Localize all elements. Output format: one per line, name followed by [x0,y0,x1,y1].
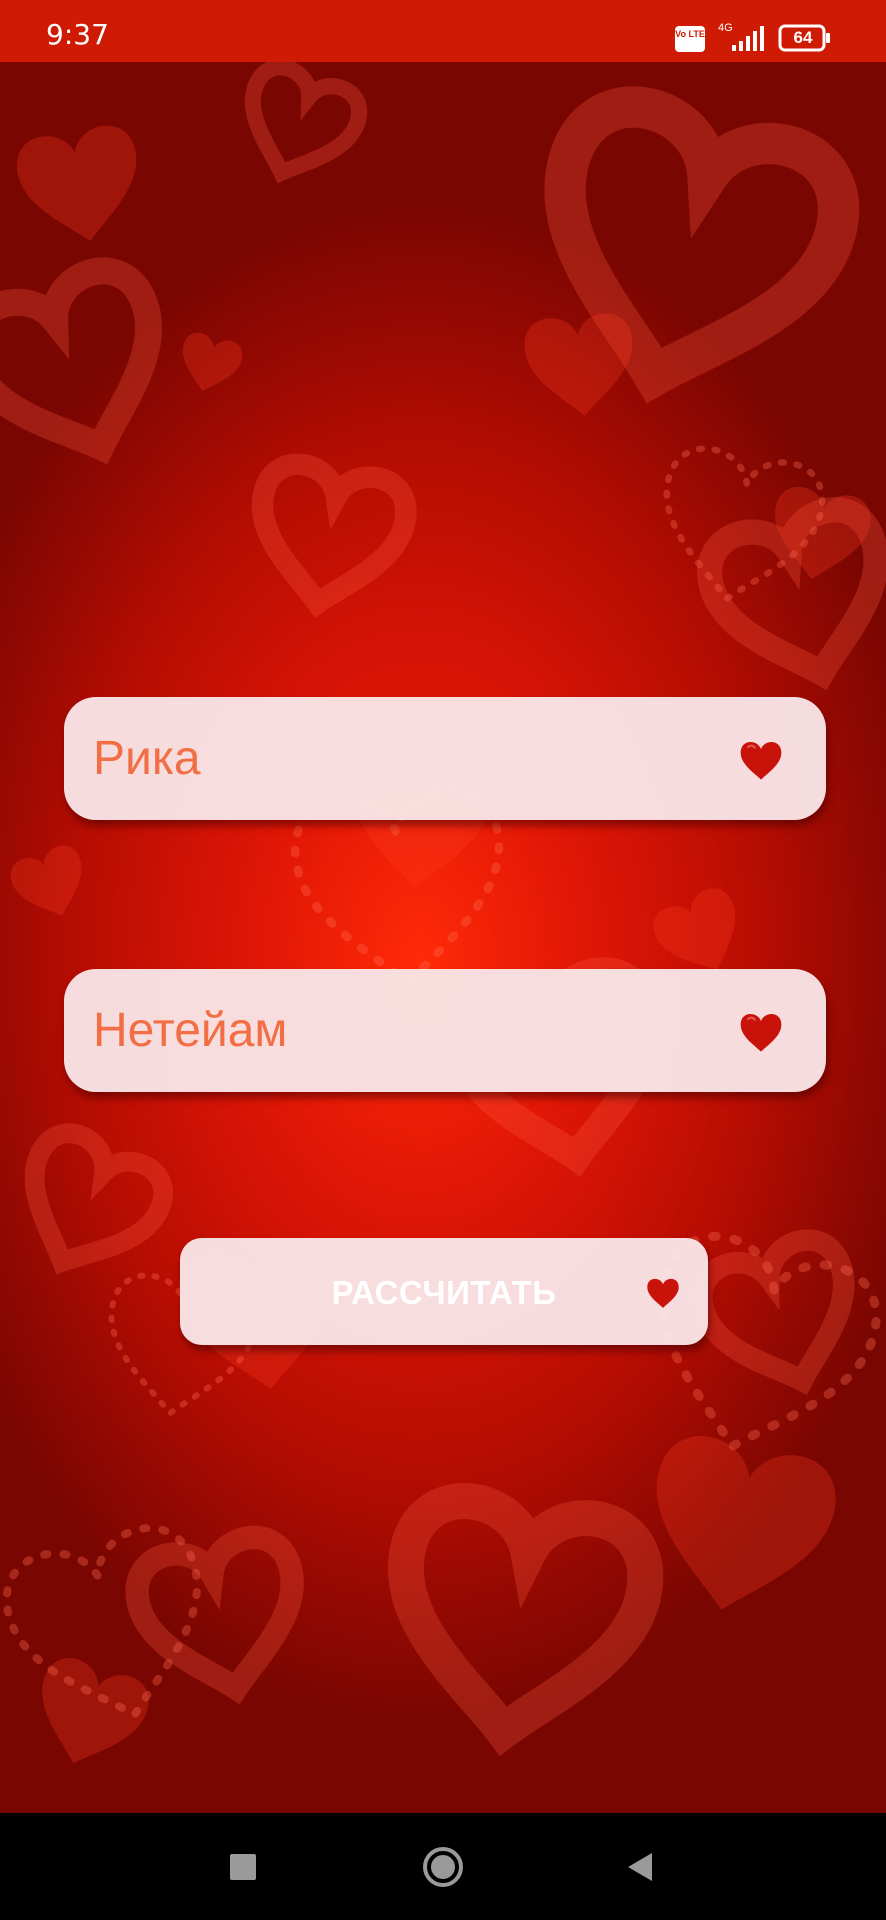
calculate-button-label: РАССЧИТАТЬ [331,1274,557,1311]
first-name-value[interactable]: Рика [93,731,201,787]
network-type-label: 4G [718,22,733,34]
first-name-field[interactable]: Рика [64,697,826,820]
app-screen: 9:37 Vo LTE 4G 64 Рика Нетейам РАССЧИТАТ… [0,0,886,1920]
heart-icon [647,1278,679,1308]
circle-icon[interactable] [419,1843,467,1891]
heart-icon [740,741,782,780]
heart-icon [740,1013,782,1052]
signal-icon [732,26,764,51]
second-name-field[interactable]: Нетейам [64,969,826,1092]
triangle-back-icon[interactable] [616,1843,664,1891]
battery-level: 64 [793,28,813,47]
volte-icon: Vo LTE [675,26,705,52]
status-bar: 9:37 Vo LTE 4G 64 [0,0,886,62]
calculate-button[interactable]: РАССЧИТАТЬ [180,1238,708,1345]
hearts-wallpaper: Рика Нетейам РАССЧИТАТЬ [0,62,886,1813]
second-name-value[interactable]: Нетейам [93,1003,287,1059]
volte-label: Vo LTE [675,29,705,39]
system-navigation-bar [0,1813,886,1920]
status-time: 9:37 [46,18,109,51]
hearts-background-pattern [0,62,886,1781]
square-icon[interactable] [219,1843,267,1891]
